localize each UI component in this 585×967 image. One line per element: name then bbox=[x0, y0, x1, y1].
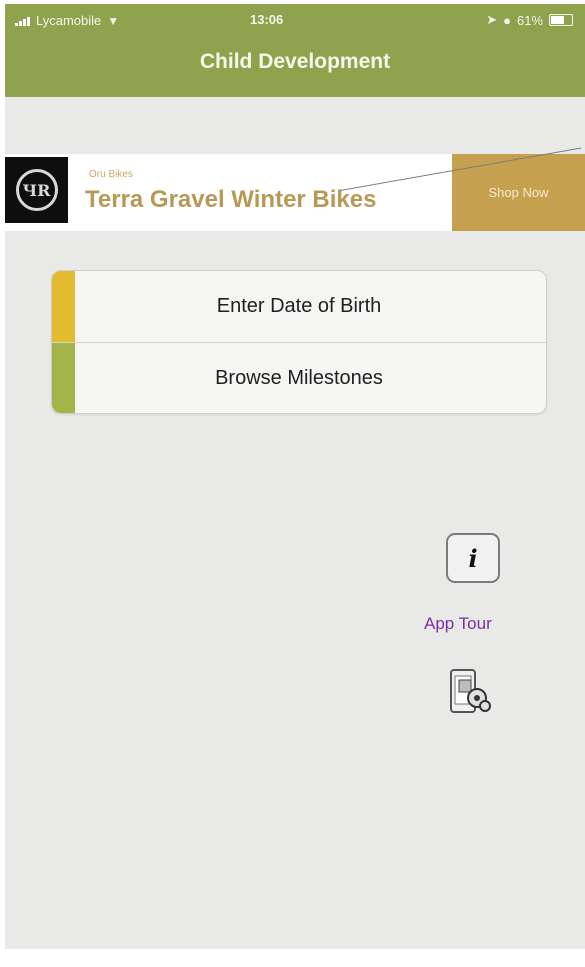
status-left: Lycamobile ▼ bbox=[15, 13, 119, 28]
device-settings-icon[interactable] bbox=[447, 668, 493, 721]
browse-milestones-button[interactable]: Browse Milestones bbox=[52, 342, 546, 413]
ad-advertiser: Oru Bikes bbox=[89, 169, 133, 180]
ad-banner[interactable]: ЧR Oru Bikes Terra Gravel Winter Bikes S… bbox=[5, 154, 585, 231]
ad-shop-now-button[interactable]: Shop Now bbox=[452, 154, 585, 231]
ad-logo[interactable]: ЧR bbox=[5, 157, 68, 223]
menu-accent-bar bbox=[52, 271, 75, 342]
menu-accent-bar bbox=[52, 343, 75, 413]
ad-logo-mark: ЧR bbox=[15, 169, 58, 211]
enter-date-of-birth-button[interactable]: Enter Date of Birth bbox=[52, 271, 546, 342]
ad-headline[interactable]: Terra Gravel Winter Bikes bbox=[85, 186, 376, 214]
app-header: Lycamobile ▼ 13:06 ➤ ● 61% Child Develop… bbox=[5, 4, 585, 97]
main-menu: Enter Date of Birth Browse Milestones bbox=[51, 270, 547, 414]
battery-icon bbox=[549, 14, 573, 26]
info-icon[interactable]: i bbox=[446, 533, 500, 583]
page-title: Child Development bbox=[199, 50, 391, 73]
battery-percent: 61% bbox=[516, 12, 543, 28]
signal-icon bbox=[15, 16, 30, 26]
menu-item-label: Enter Date of Birth bbox=[216, 295, 382, 317]
wifi-icon: ▼ bbox=[107, 13, 120, 28]
alarm-icon: ● bbox=[503, 12, 511, 28]
location-icon: ➤ bbox=[486, 12, 498, 27]
status-time: 13:06 bbox=[250, 12, 284, 27]
app-screen: Lycamobile ▼ 13:06 ➤ ● 61% Child Develop… bbox=[5, 4, 585, 949]
menu-item-label: Browse Milestones bbox=[215, 367, 383, 389]
carrier-label: Lycamobile bbox=[36, 13, 102, 28]
status-right: ➤ ● 61% bbox=[486, 12, 573, 28]
status-bar: Lycamobile ▼ 13:06 ➤ ● 61% bbox=[5, 4, 585, 40]
app-tour-link[interactable]: App Tour bbox=[424, 614, 492, 634]
